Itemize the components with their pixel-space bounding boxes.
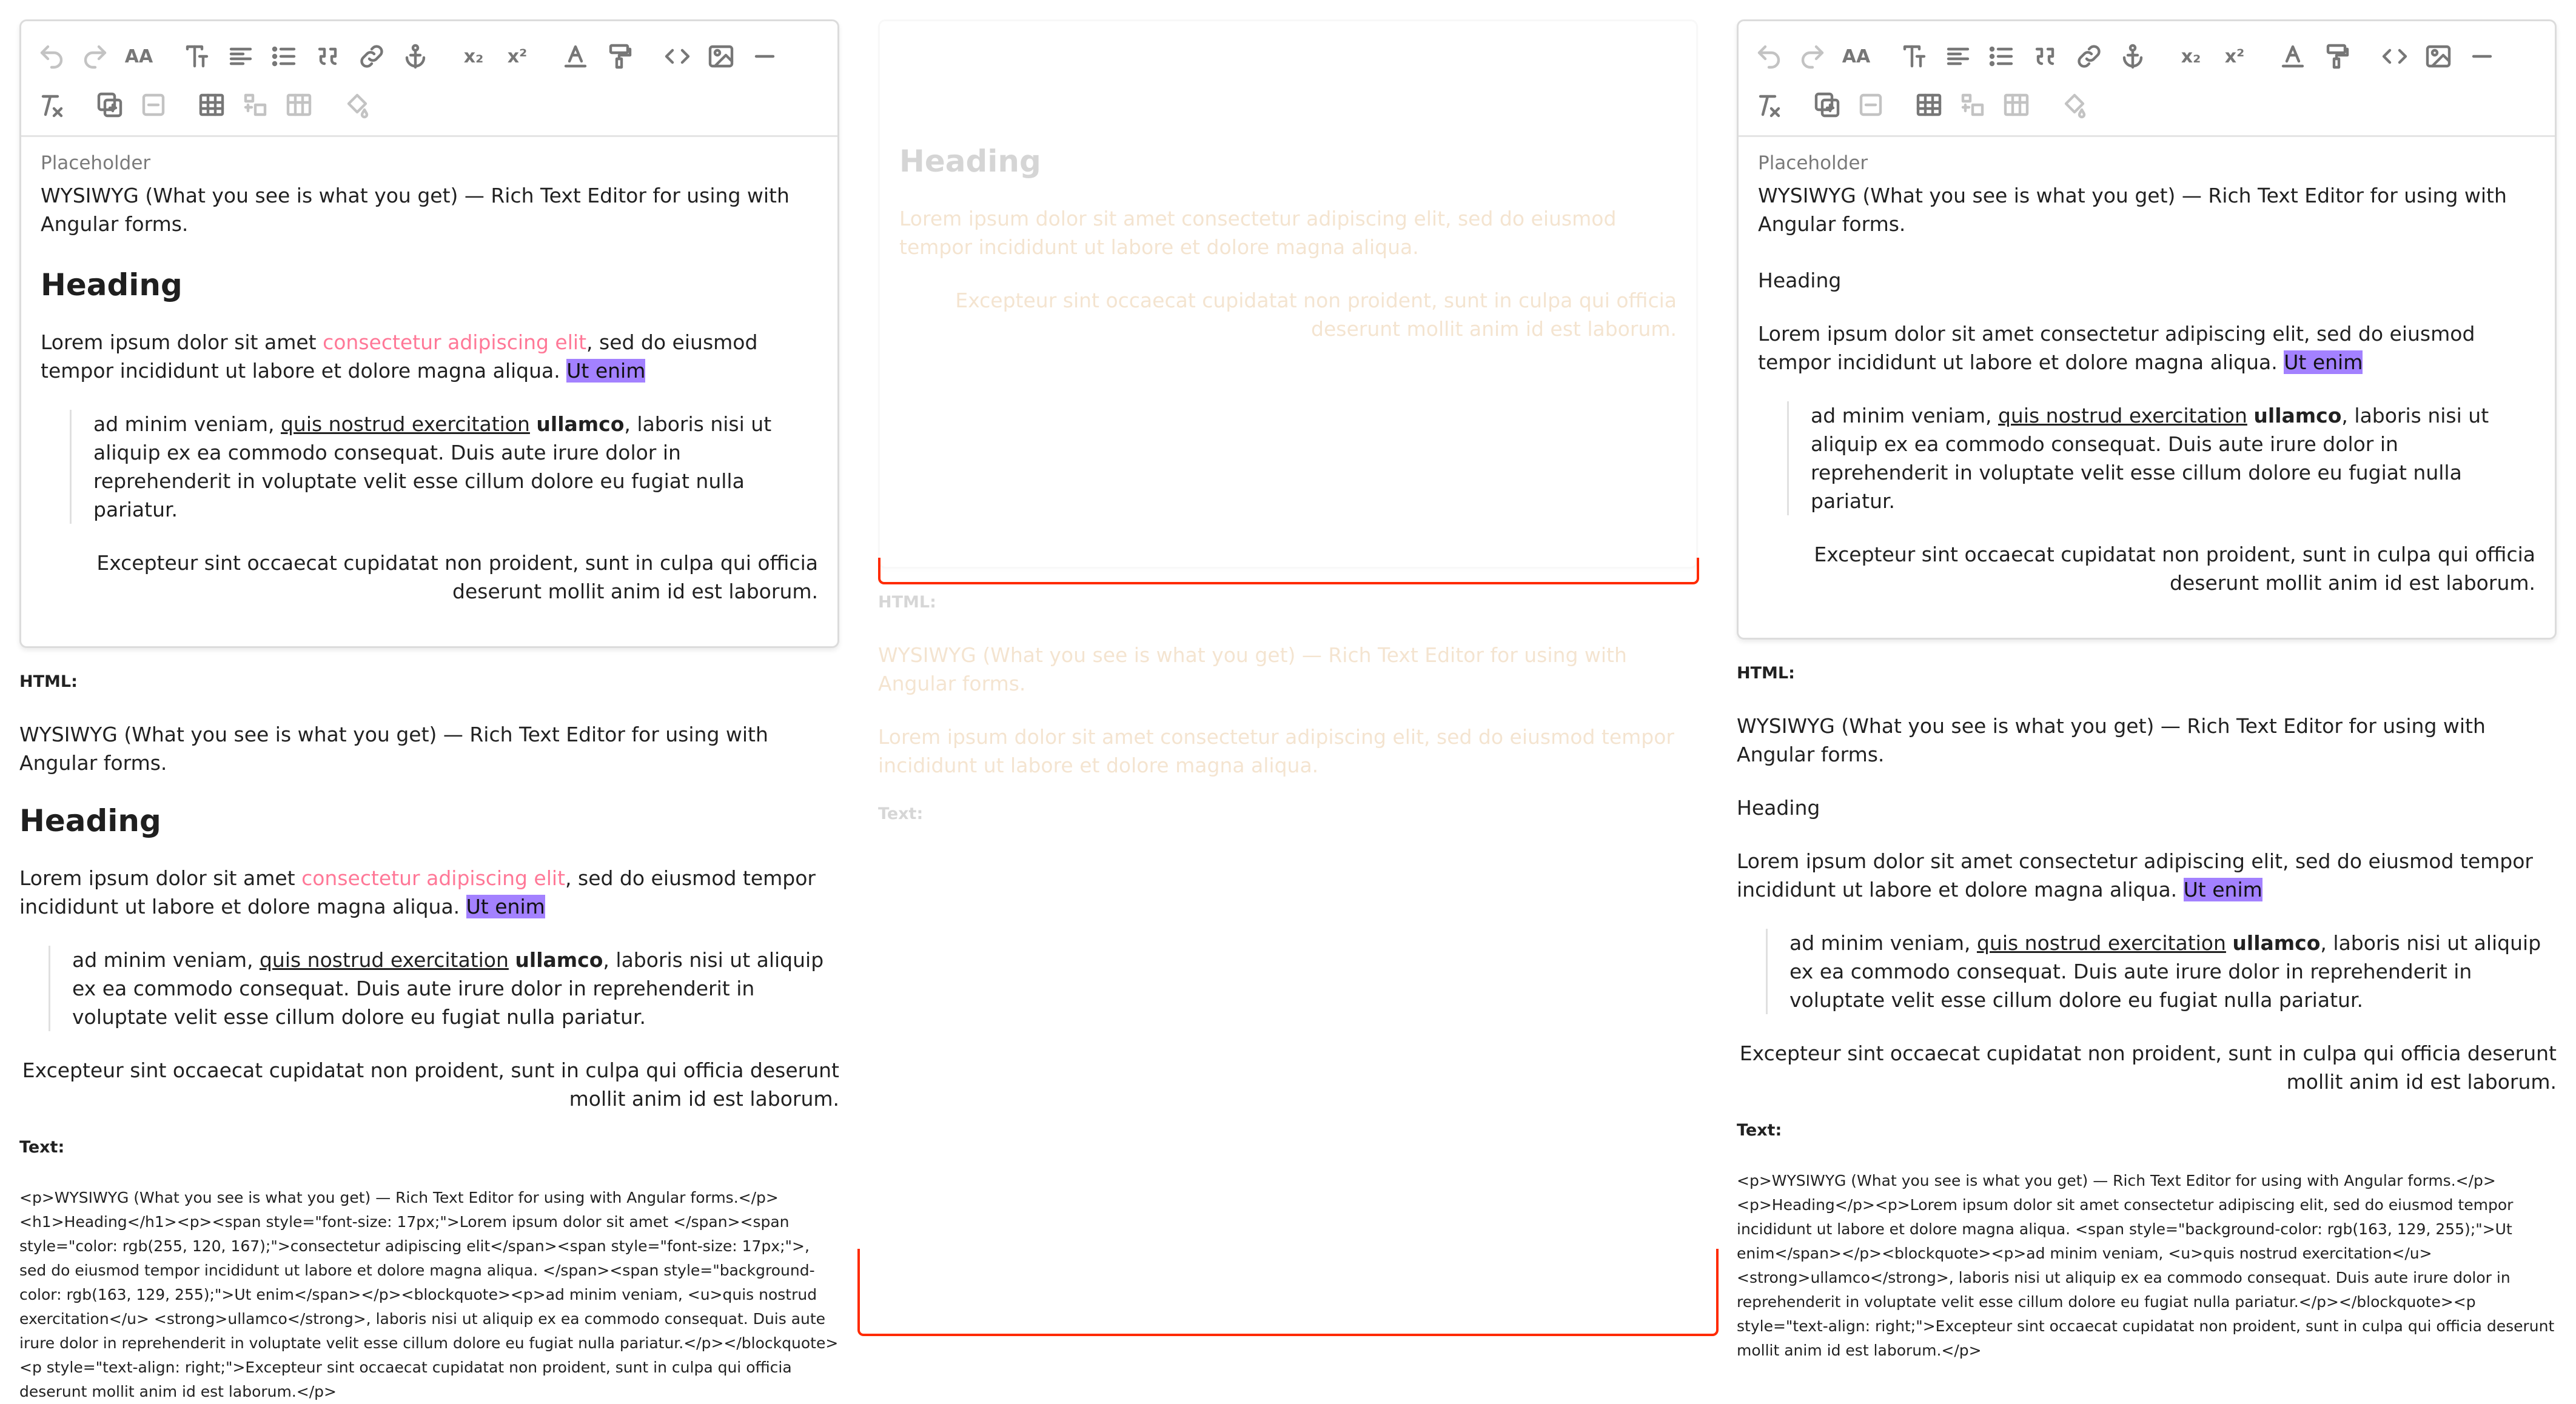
text-label: Text:	[1737, 1121, 1782, 1140]
fill-color-icon[interactable]	[2053, 83, 2096, 127]
align-icon[interactable]	[1936, 35, 1980, 78]
editor-toolbar: AA x₂ x²	[21, 21, 837, 137]
rich-text-editor-plain[interactable]: AA x₂ x² Placeholder WYSIWYG (What you s…	[1737, 19, 2557, 640]
superscript-icon[interactable]: x²	[495, 35, 539, 78]
table-icon[interactable]	[190, 83, 233, 127]
heading: Heading	[41, 267, 183, 303]
subscript-icon[interactable]: x₂	[2169, 35, 2213, 78]
highlighted-text: Ut enim	[566, 359, 646, 383]
table-icon[interactable]	[1907, 83, 1951, 127]
placeholder-text: Placeholder	[41, 152, 151, 174]
diff-outline-bottom	[857, 1249, 1719, 1336]
insert-column-icon[interactable]	[1805, 83, 1849, 127]
insert-row-icon[interactable]	[1951, 83, 1994, 127]
redo-icon[interactable]	[73, 35, 117, 78]
text-style-icon[interactable]	[1893, 35, 1936, 78]
html-output: WYSIWYG (What you see is what you get) —…	[1737, 714, 2557, 1094]
highlighted-text: Ut enim	[2284, 350, 2363, 374]
html-output: WYSIWYG (What you see is what you get) —…	[19, 723, 839, 1111]
paint-format-icon[interactable]	[597, 35, 641, 78]
text-label: Text:	[19, 1138, 65, 1157]
anchor-icon[interactable]	[2111, 35, 2155, 78]
horizontal-rule-icon[interactable]	[743, 35, 787, 78]
anchor-icon[interactable]	[394, 35, 437, 78]
intro-paragraph: WYSIWYG (What you see is what you get) —…	[1758, 184, 2507, 236]
subscript-icon[interactable]: x₂	[452, 35, 495, 78]
image-icon[interactable]	[2417, 35, 2460, 78]
undo-icon[interactable]	[30, 35, 73, 78]
text-style-icon[interactable]	[175, 35, 219, 78]
editor-content[interactable]: Placeholder WYSIWYG (What you see is wha…	[21, 137, 837, 646]
html-label: HTML:	[1737, 664, 1795, 683]
raw-html-text: <p>WYSIWYG (What you see is what you get…	[1737, 1172, 2555, 1359]
undo-icon[interactable]	[1747, 35, 1791, 78]
blockquote: ad minim veniam, quis nostrud exercitati…	[1787, 401, 2535, 515]
editor-content[interactable]: Placeholder WYSIWYG (What you see is wha…	[1739, 137, 2555, 638]
text-color-icon[interactable]	[554, 35, 597, 78]
closing-paragraph: Excepteur sint occaecat cupidatat non pr…	[96, 551, 818, 603]
list-icon[interactable]	[263, 35, 306, 78]
editor-column-diff: Heading Lorem ipsum dolor sit amet conse…	[878, 19, 1698, 852]
paint-format-icon[interactable]	[2315, 35, 2358, 78]
html-label: HTML:	[19, 672, 78, 691]
align-icon[interactable]	[219, 35, 263, 78]
editor-toolbar: AA x₂ x²	[1739, 21, 2555, 137]
delete-table-icon[interactable]	[1994, 83, 2038, 127]
text-color-icon[interactable]	[2271, 35, 2315, 78]
lorem-paragraph: Lorem ipsum dolor sit amet consectetur a…	[41, 330, 758, 383]
closing-paragraph: Excepteur sint occaecat cupidatat non pr…	[1814, 543, 2535, 595]
pink-text: consectetur adipiscing elit	[323, 330, 587, 354]
delete-table-icon[interactable]	[277, 83, 321, 127]
insert-row-icon[interactable]	[233, 83, 277, 127]
rich-text-editor[interactable]: AA x₂ x² Placeholder WYSIWYG (What you s…	[19, 19, 839, 648]
blockquote: ad minim veniam, quis nostrud exercitati…	[70, 410, 818, 524]
clear-format-icon[interactable]	[1747, 83, 1791, 127]
fill-color-icon[interactable]	[335, 83, 379, 127]
lorem-paragraph: Lorem ipsum dolor sit amet consectetur a…	[1758, 322, 2475, 374]
raw-html-text: <p>WYSIWYG (What you see is what you get…	[19, 1189, 839, 1400]
editor-column-left: AA x₂ x² Placeholder WYSIWYG (What you s…	[19, 19, 839, 1404]
placeholder-text: Placeholder	[1758, 152, 1868, 174]
link-icon[interactable]	[2067, 35, 2111, 78]
link-icon[interactable]	[350, 35, 394, 78]
font-size-icon[interactable]: AA	[1834, 35, 1878, 78]
quote-icon[interactable]	[306, 35, 350, 78]
quote-icon[interactable]	[2024, 35, 2067, 78]
code-icon[interactable]	[2373, 35, 2417, 78]
rich-text-editor-ghost: Heading Lorem ipsum dolor sit amet conse…	[878, 19, 1698, 569]
intro-paragraph: WYSIWYG (What you see is what you get) —…	[41, 184, 790, 236]
image-icon[interactable]	[699, 35, 743, 78]
heading-paragraph: Heading	[1758, 269, 1842, 292]
editor-column-right: AA x₂ x² Placeholder WYSIWYG (What you s…	[1737, 19, 2557, 1363]
diff-outline-top	[878, 558, 1699, 584]
clear-format-icon[interactable]	[30, 83, 73, 127]
list-icon[interactable]	[1980, 35, 2024, 78]
insert-column-icon[interactable]	[88, 83, 132, 127]
delete-column-icon[interactable]	[132, 83, 175, 127]
redo-icon[interactable]	[1791, 35, 1834, 78]
superscript-icon[interactable]: x²	[2213, 35, 2256, 78]
horizontal-rule-icon[interactable]	[2460, 35, 2504, 78]
font-size-icon[interactable]: AA	[117, 35, 161, 78]
code-icon[interactable]	[656, 35, 699, 78]
delete-column-icon[interactable]	[1849, 83, 1893, 127]
